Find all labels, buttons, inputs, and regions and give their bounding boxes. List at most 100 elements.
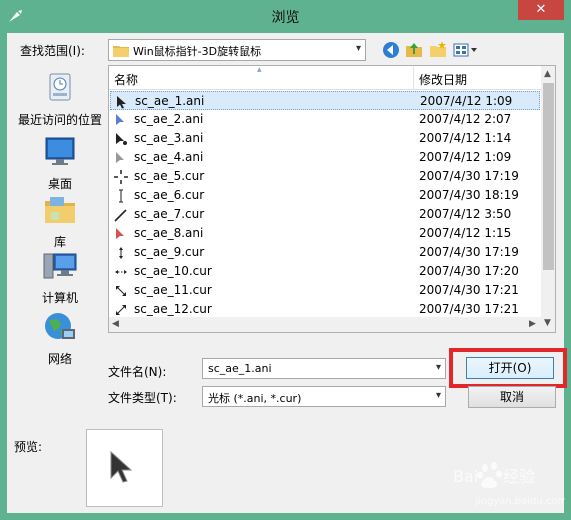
unavailable-cursor-icon <box>116 228 124 239</box>
chevron-down-icon: ▾ <box>355 43 361 54</box>
desktop-icon <box>45 137 75 165</box>
file-name: sc_ae_10.cur <box>134 264 212 278</box>
handwriting-cursor-icon <box>114 209 127 222</box>
svg-text:经验: 经验 <box>503 467 535 486</box>
diagonal-resize-alt-cursor-icon <box>116 305 126 315</box>
filetype-select[interactable]: 光标 (*.ani, *.cur) ▾ <box>202 386 446 407</box>
file-date: 2007/4/12 1:09 <box>420 94 513 108</box>
column-header-name[interactable]: 名称 <box>114 71 138 88</box>
text-cursor-icon <box>119 189 123 203</box>
file-date: 2007/4/12 3:50 <box>419 207 512 221</box>
file-name: sc_ae_1.ani <box>135 94 205 108</box>
recent-places-icon <box>49 73 71 101</box>
file-row[interactable]: sc_ae_3.ani 2007/4/12 1:14 <box>110 129 540 148</box>
scroll-left-icon[interactable]: ◀ <box>112 319 119 329</box>
place-recent[interactable]: 最近访问的位置 <box>14 70 106 128</box>
place-label: 计算机 <box>41 291 78 305</box>
folder-icon <box>113 46 129 57</box>
file-name: sc_ae_5.cur <box>134 169 205 183</box>
file-date: 2007/4/30 17:20 <box>419 264 519 278</box>
chevron-down-icon[interactable]: ▾ <box>436 362 441 373</box>
file-row[interactable]: sc_ae_4.ani 2007/4/12 1:09 <box>110 148 540 167</box>
horizontal-resize-cursor-icon <box>115 270 127 274</box>
file-row[interactable]: sc_ae_5.cur 2007/4/30 17:19 <box>110 167 540 186</box>
scroll-thumb[interactable] <box>543 83 554 270</box>
file-name: sc_ae_12.cur <box>134 302 212 316</box>
busy-cursor-icon <box>116 133 127 145</box>
network-icon <box>45 313 75 339</box>
file-date: 2007/4/12 2:07 <box>419 112 512 126</box>
highlight-frame <box>449 348 567 388</box>
svg-text:jingyan.baidu.com: jingyan.baidu.com <box>474 496 565 507</box>
file-name: sc_ae_9.cur <box>134 245 205 259</box>
title-bar: 浏览 ✕ <box>0 0 571 33</box>
look-in-value: Win鼠标指针-3D旋转鼠标 <box>133 45 262 58</box>
place-label: 桌面 <box>47 177 72 191</box>
file-list[interactable]: ▴ 名称 修改日期 sc_ae_1.ani 2007/4/12 1:09 sc_ae… <box>108 65 556 333</box>
scroll-right-icon[interactable]: ▶ <box>529 319 536 329</box>
file-date: 2007/4/12 1:09 <box>419 150 512 164</box>
preview-pane <box>86 429 163 507</box>
file-date: 2007/4/30 17:19 <box>419 245 519 259</box>
file-name: sc_ae_4.ani <box>134 150 204 164</box>
filetype-label: 文件类型(T): <box>108 391 177 405</box>
sort-ascending-icon: ▴ <box>257 65 262 75</box>
baidu-watermark: Bai 经验 jingyan.baidu.com <box>453 462 565 507</box>
file-row[interactable]: sc_ae_6.cur 2007/4/30 18:19 <box>110 186 540 205</box>
filename-field[interactable]: sc_ae_1.ani ▾ <box>202 358 446 379</box>
place-library[interactable]: 库 <box>14 192 106 250</box>
computer-icon <box>43 253 77 279</box>
list-header: ▴ 名称 修改日期 <box>109 66 541 90</box>
place-network[interactable]: 网络 <box>14 309 106 367</box>
arrow-cursor-icon <box>110 450 133 483</box>
file-row[interactable]: sc_ae_2.ani 2007/4/12 2:07 <box>110 110 540 129</box>
file-name: sc_ae_8.ani <box>134 226 204 240</box>
back-icon[interactable] <box>381 40 401 60</box>
filename-label: 文件名(N): <box>108 365 167 379</box>
library-icon <box>45 197 75 223</box>
file-name: sc_ae_2.ani <box>134 112 204 126</box>
place-label: 最近访问的位置 <box>17 113 102 127</box>
file-name: sc_ae_6.cur <box>134 188 205 202</box>
look-in-combo[interactable]: Win鼠标指针-3D旋转鼠标 ▾ <box>108 39 366 61</box>
new-folder-icon[interactable] <box>428 40 448 60</box>
cancel-button[interactable]: 取消 <box>468 386 556 408</box>
working-cursor-icon <box>116 152 124 163</box>
vertical-scrollbar[interactable]: ▲ ▼ <box>541 66 555 332</box>
file-row[interactable]: sc_ae_9.cur 2007/4/30 17:19 <box>110 243 540 262</box>
horizontal-scrollbar[interactable]: ◀ ▶ <box>109 317 541 332</box>
file-row[interactable]: sc_ae_10.cur 2007/4/30 17:20 <box>110 262 540 281</box>
up-folder-icon[interactable] <box>404 40 424 60</box>
column-header-date[interactable]: 修改日期 <box>419 71 467 88</box>
view-menu-icon[interactable] <box>452 40 478 60</box>
file-row[interactable]: sc_ae_7.cur 2007/4/12 3:50 <box>110 205 540 224</box>
diagonal-resize-cursor-icon <box>116 286 126 296</box>
help-cursor-icon <box>116 114 124 125</box>
file-date: 2007/4/12 1:14 <box>419 131 512 145</box>
chevron-down-icon[interactable]: ▾ <box>436 390 441 401</box>
file-name: sc_ae_11.cur <box>134 283 212 297</box>
file-date: 2007/4/30 17:21 <box>419 283 519 297</box>
file-row[interactable]: sc_ae_8.ani 2007/4/12 1:15 <box>110 224 540 243</box>
precision-cursor-icon <box>114 170 128 184</box>
filename-value: sc_ae_1.ani <box>208 362 272 375</box>
place-label: 网络 <box>47 352 72 366</box>
svg-text:Bai: Bai <box>453 467 478 486</box>
file-date: 2007/4/30 17:21 <box>419 302 519 316</box>
filetype-value: 光标 (*.ani, *.cur) <box>208 392 302 405</box>
file-date: 2007/4/12 1:15 <box>419 226 512 240</box>
window-title: 浏览 <box>271 10 300 26</box>
file-name: sc_ae_3.ani <box>134 131 204 145</box>
file-row[interactable]: sc_ae_1.ani 2007/4/12 1:09 <box>110 91 540 110</box>
place-computer[interactable]: 计算机 <box>14 248 106 306</box>
close-button[interactable]: ✕ <box>518 0 564 20</box>
column-divider[interactable] <box>413 66 414 89</box>
file-row[interactable]: sc_ae_11.cur 2007/4/30 17:21 <box>110 281 540 300</box>
scroll-down-icon[interactable]: ▼ <box>544 318 551 328</box>
look-in-label: 查找范围(I): <box>20 44 85 58</box>
file-date: 2007/4/30 17:19 <box>419 169 519 183</box>
vertical-resize-cursor-icon <box>119 247 123 259</box>
scroll-up-icon[interactable]: ▲ <box>544 69 551 79</box>
preview-label: 预览: <box>14 440 43 454</box>
place-desktop[interactable]: 桌面 <box>14 134 106 192</box>
